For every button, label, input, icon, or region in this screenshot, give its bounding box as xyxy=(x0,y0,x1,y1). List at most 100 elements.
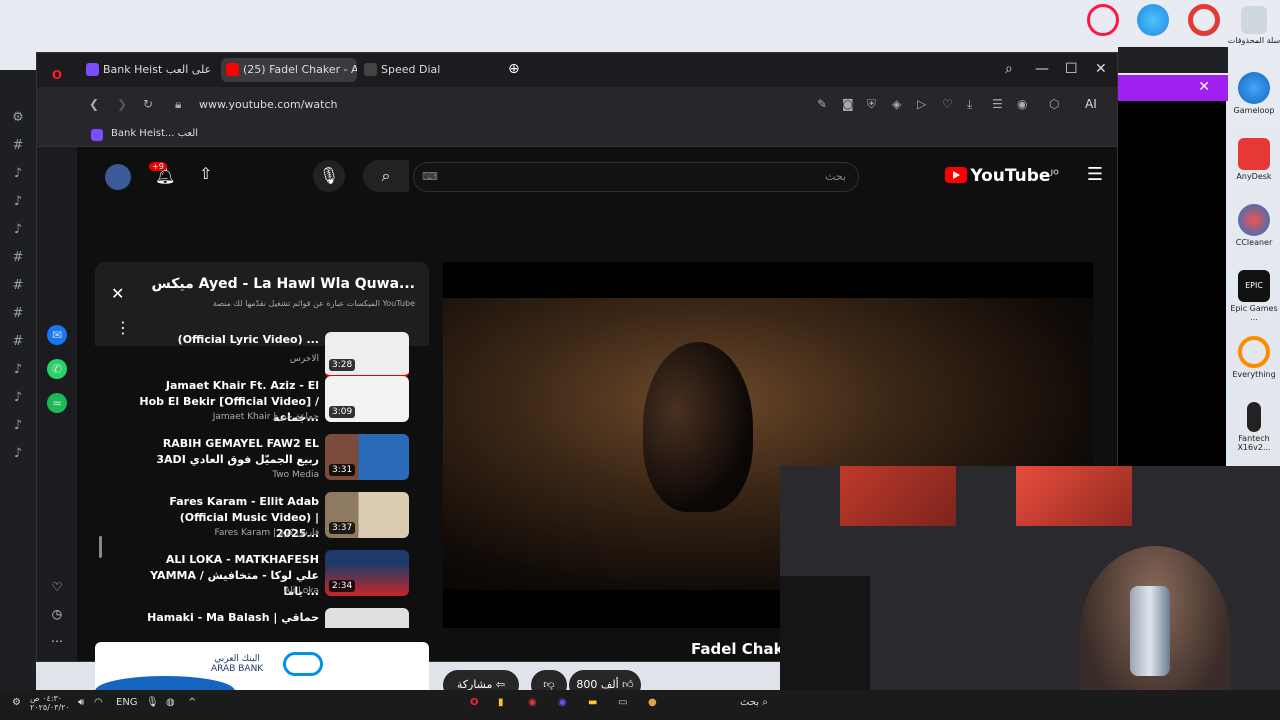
desktop-icon-anydesk[interactable]: AnyDesk xyxy=(1226,138,1280,181)
speaker-icon[interactable]: ♪ xyxy=(0,216,36,244)
video-thumbnail[interactable]: 3:28 xyxy=(325,332,409,378)
avatar[interactable] xyxy=(105,164,131,190)
list-item[interactable]: 3:37 Fares Karam - Ellit Adab (Official … xyxy=(95,492,429,550)
taskbar-search[interactable]: بحث ⌕ xyxy=(740,697,768,708)
desktop-icon-opera-gx[interactable] xyxy=(1075,4,1131,38)
tab-bank-heist[interactable]: Bank Heist على العب xyxy=(81,58,219,82)
play-icon[interactable]: ▷ xyxy=(917,97,926,111)
channel-name[interactable]: Jamaet Khair | جماعة خير xyxy=(213,412,319,422)
search-icon[interactable]: ⌕ xyxy=(363,160,409,192)
close-window-button[interactable]: ✕ xyxy=(1095,61,1107,77)
game-taskbar-icon[interactable]: ● xyxy=(648,697,657,708)
speaker-icon[interactable]: ♪ xyxy=(0,412,36,440)
video-thumbnail[interactable]: 3:09 xyxy=(325,376,409,422)
bookmark-bank-heist[interactable]: Bank Heist... العب xyxy=(111,128,198,139)
speaker-icon[interactable]: ♪ xyxy=(0,356,36,384)
profile-icon[interactable]: ◉ xyxy=(1017,97,1027,111)
list-item[interactable]: 2:34 ALI LOKA - MATKHAFESH YAMMA / علي ل… xyxy=(95,550,429,608)
channel-name[interactable]: Ali Loka xyxy=(284,586,319,596)
search-input[interactable]: ⌨ بحث xyxy=(413,162,859,192)
close-icon[interactable]: ✕ xyxy=(1198,79,1210,95)
heart-icon[interactable]: ♡ xyxy=(942,97,953,111)
close-icon[interactable]: ✕ xyxy=(111,284,124,303)
desktop-icon-opera[interactable] xyxy=(1176,4,1232,38)
settings-icon[interactable]: ⚙ xyxy=(0,104,36,132)
forward-icon[interactable]: ❯ xyxy=(117,97,127,111)
whatsapp-icon[interactable]: ✆ xyxy=(47,359,67,379)
new-tab-button[interactable]: ⊕ xyxy=(508,61,520,77)
hash-icon[interactable]: # xyxy=(0,272,36,300)
tab-speed-dial[interactable]: Speed Dial xyxy=(359,58,489,82)
youtube-logo[interactable]: YouTubeJO xyxy=(945,166,1059,186)
hash-icon[interactable]: # xyxy=(0,244,36,272)
chevron-up-icon[interactable]: ^ xyxy=(188,697,196,708)
reload-icon[interactable]: ↻ xyxy=(143,97,153,111)
list-item[interactable]: 3:31 RABIH GEMAYEL FAW2 EL 3ADI ربيع الج… xyxy=(95,434,429,492)
vpn-icon[interactable]: ◈ xyxy=(892,97,901,111)
video-title[interactable]: RABIH GEMAYEL FAW2 EL 3ADI ربيع الجميّل … xyxy=(139,436,319,468)
speaker-icon[interactable]: ♪ xyxy=(0,160,36,188)
camera-icon[interactable]: ◙ xyxy=(842,97,854,111)
hamburger-menu-icon[interactable]: ☰ xyxy=(1087,164,1103,185)
channel-name[interactable]: Fares Karam | فارس كرم xyxy=(214,528,319,538)
desktop-icon-recycle-bin[interactable]: سلة المحذوفات xyxy=(1226,6,1280,45)
edit-icon[interactable]: ✎ xyxy=(817,97,827,111)
discord-taskbar-icon[interactable]: ◉ xyxy=(558,697,567,708)
headset-icon[interactable]: ◍ xyxy=(166,697,175,708)
app-taskbar-icon[interactable]: ▮ xyxy=(498,697,504,708)
opera-taskbar-icon[interactable]: O xyxy=(470,697,479,708)
video-title[interactable]: Hamaki - Ma Balash | حماقي - ما xyxy=(139,610,319,628)
back-icon[interactable]: ❮ xyxy=(89,97,99,111)
hash-icon[interactable]: # xyxy=(0,328,36,356)
desktop-icon-edge[interactable] xyxy=(1125,4,1181,38)
language-indicator[interactable]: ENG xyxy=(116,697,138,708)
window-icon[interactable]: ▭ xyxy=(618,697,627,708)
menu-icon[interactable]: ☰ xyxy=(992,97,1003,111)
list-item[interactable]: Hamaki - Ma Balash | حماقي - ما xyxy=(95,608,429,628)
desktop-icon-everything[interactable]: Everything xyxy=(1226,336,1280,379)
hash-icon[interactable]: # xyxy=(0,132,36,160)
minimize-button[interactable]: — xyxy=(1035,61,1049,77)
messenger-icon[interactable]: ✉ xyxy=(47,325,67,345)
video-thumbnail[interactable]: 3:31 xyxy=(325,434,409,480)
download-icon[interactable]: ⤓ xyxy=(967,97,972,112)
shield-icon[interactable]: ⛨ xyxy=(867,97,876,112)
video-title[interactable]: (Official Lyric Video) ... xyxy=(139,332,319,348)
history-icon[interactable]: ◷ xyxy=(47,604,67,624)
opera-menu-icon[interactable]: O xyxy=(47,65,67,85)
clock[interactable]: ٠٤:٣٠ ص ٢٠٢٥/٠٣/٢٠ xyxy=(30,694,70,712)
chrome-taskbar-icon[interactable]: ◉ xyxy=(528,697,537,708)
hash-icon[interactable]: # xyxy=(0,300,36,328)
channel-name[interactable]: Two Media xyxy=(272,470,319,480)
speaker-icon[interactable]: ♪ xyxy=(0,188,36,216)
video-thumbnail[interactable]: 2:34 xyxy=(325,550,409,596)
ai-button[interactable]: AI xyxy=(1085,97,1097,111)
cube-icon[interactable]: ⬡ xyxy=(1049,97,1059,111)
folder-icon[interactable]: ▬ xyxy=(588,697,597,708)
heart-icon[interactable]: ♡ xyxy=(47,577,67,597)
desktop-icon-ccleaner[interactable]: CCleaner xyxy=(1226,204,1280,247)
maximize-button[interactable]: ☐ xyxy=(1065,61,1078,77)
video-thumbnail[interactable] xyxy=(325,608,409,628)
desktop-icon-gameloop[interactable]: Gameloop xyxy=(1226,72,1280,115)
speaker-icon[interactable]: ♪ xyxy=(0,440,36,468)
search-tabs-icon[interactable]: ⌕ xyxy=(1005,61,1013,77)
settings-icon[interactable]: ⚙ xyxy=(12,697,21,708)
scrollbar[interactable] xyxy=(99,536,102,558)
desktop-icon-fantech[interactable]: Fantech X16v2... xyxy=(1226,402,1280,452)
channel-name[interactable]: الاخرس xyxy=(290,354,319,364)
tab-youtube[interactable]: (25) Fadel Chaker - Ah xyxy=(221,58,357,82)
video-thumbnail[interactable]: 3:37 xyxy=(325,492,409,538)
wifi-icon[interactable]: ◠ xyxy=(94,697,103,708)
keyboard-icon[interactable]: ⌨ xyxy=(422,170,438,183)
more-icon[interactable]: ⋯ xyxy=(47,631,67,651)
spotify-icon[interactable]: ≈ xyxy=(47,393,67,413)
url-field[interactable]: www.youtube.com/watch xyxy=(199,98,338,111)
speaker-icon[interactable]: ♪ xyxy=(0,384,36,412)
microphone-icon[interactable]: 🎙︎ xyxy=(313,160,345,192)
desktop-icon-epic-games[interactable]: EPIC Epic Games ... xyxy=(1226,270,1280,322)
list-item[interactable]: 3:09 Jamaet Khair Ft. Aziz - El Hob El B… xyxy=(95,376,429,434)
volume-icon[interactable]: 🔊︎ xyxy=(78,697,84,708)
upload-icon[interactable]: ⇧ xyxy=(199,164,212,183)
microphone-icon[interactable]: 🎙︎ xyxy=(146,697,159,708)
